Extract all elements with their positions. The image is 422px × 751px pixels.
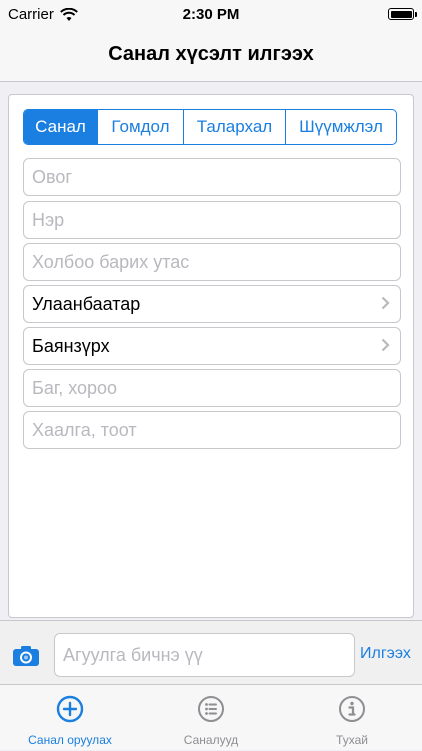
battery-fill xyxy=(390,10,412,18)
door-placeholder: Хаалга, тоот xyxy=(32,419,137,440)
status-time: 2:30 PM xyxy=(182,6,240,23)
message-input[interactable] xyxy=(54,633,355,677)
district-value: Баянзүрх xyxy=(32,335,110,356)
segment-suggestion[interactable]: Санал xyxy=(24,110,98,144)
surname-field[interactable]: Овог xyxy=(23,158,401,196)
tab-label: Санал оруулах xyxy=(28,733,112,747)
info-icon xyxy=(339,696,365,722)
tab-label: Тухай xyxy=(336,733,368,747)
city-selector[interactable]: Улаанбаатар xyxy=(23,285,401,323)
feedback-type-segmented-control: Санал Гомдол Талархал Шүүмжлэл xyxy=(23,109,397,145)
city-value: Улаанбаатар xyxy=(32,293,141,314)
district-selector[interactable]: Баянзүрх xyxy=(23,327,401,365)
list-icon xyxy=(198,696,224,722)
tab-add-suggestion[interactable]: Санал оруулах xyxy=(0,685,140,751)
plus-circle-icon xyxy=(56,695,84,723)
name-field[interactable]: Нэр xyxy=(23,201,401,239)
surname-placeholder: Овог xyxy=(32,166,72,187)
page-title: Санал хүсэлт илгээх xyxy=(108,43,314,65)
chevron-right-icon xyxy=(381,296,390,310)
send-button[interactable]: Илгээх xyxy=(360,645,411,663)
compose-bar: Илгээх xyxy=(0,620,422,684)
tab-about[interactable]: Тухай xyxy=(282,685,422,751)
phone-field[interactable]: Холбоо барих утас xyxy=(23,243,401,281)
chevron-right-icon xyxy=(381,338,390,352)
camera-icon[interactable] xyxy=(12,645,40,667)
segment-criticism[interactable]: Шүүмжлэл xyxy=(286,110,396,144)
phone-placeholder: Холбоо барих утас xyxy=(32,251,190,272)
form-card: Санал Гомдол Талархал Шүүмжлэл Овог Нэр … xyxy=(8,94,414,618)
tab-bar: Санал оруулах Саналууд Тухай xyxy=(0,684,422,750)
tab-label: Саналууд xyxy=(183,733,239,747)
segment-complaint[interactable]: Гомдол xyxy=(98,110,184,144)
segment-thanks[interactable]: Талархал xyxy=(184,110,286,144)
tab-suggestions[interactable]: Саналууд xyxy=(141,685,281,751)
door-number-field[interactable]: Хаалга, тоот xyxy=(23,411,401,449)
name-placeholder: Нэр xyxy=(32,209,65,230)
navigation-bar: Санал хүсэлт илгээх xyxy=(0,30,422,82)
khoroo-placeholder: Баг, хороо xyxy=(32,377,118,398)
khoroo-field[interactable]: Баг, хороо xyxy=(23,369,401,407)
status-bar: Carrier 2:30 PM xyxy=(0,0,422,30)
battery-icon xyxy=(388,8,417,20)
